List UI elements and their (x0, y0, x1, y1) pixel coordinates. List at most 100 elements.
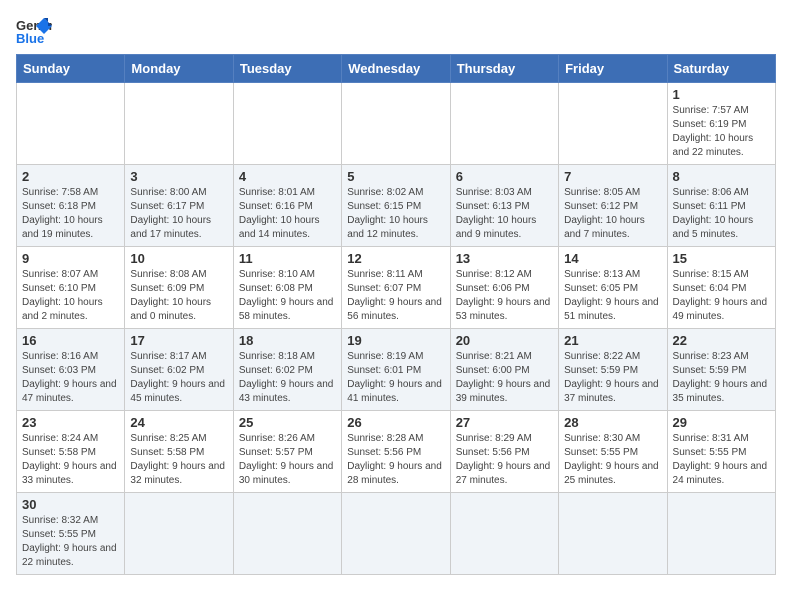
calendar-cell: 11Sunrise: 8:10 AM Sunset: 6:08 PM Dayli… (233, 247, 341, 329)
day-number: 26 (347, 415, 444, 430)
calendar-cell: 21Sunrise: 8:22 AM Sunset: 5:59 PM Dayli… (559, 329, 667, 411)
calendar-cell (559, 83, 667, 165)
calendar-cell: 10 Sunrise: 8:08 AM Sunset: 6:09 PM Dayli… (125, 247, 233, 329)
day-number: 11 (239, 251, 336, 266)
day-info: Sunrise: 8:26 AM Sunset: 5:57 PM Dayligh… (239, 432, 336, 488)
logo: General Blue (16, 16, 52, 46)
day-number: 23 (22, 415, 119, 430)
calendar-cell: 15 Sunrise: 8:15 AM Sunset: 6:04 PM Dayli… (667, 247, 775, 329)
calendar-cell (667, 493, 775, 575)
calendar-cell: 25 Sunrise: 8:26 AM Sunset: 5:57 PM Dayli… (233, 411, 341, 493)
day-info: Sunrise: 8:05 AM Sunset: 6:12 PM Dayligh… (564, 186, 661, 242)
calendar-cell: 12 Sunrise: 8:11 AM Sunset: 6:07 PM Dayli… (342, 247, 450, 329)
day-number: 1 (673, 87, 770, 102)
day-number: 19 (347, 333, 444, 348)
day-number: 29 (673, 415, 770, 430)
calendar-cell (342, 493, 450, 575)
calendar-cell: 17 Sunrise: 8:17 AM Sunset: 6:02 PM Dayli… (125, 329, 233, 411)
calendar-cell (450, 83, 558, 165)
day-info: Sunrise: 8:30 AM Sunset: 5:55 PM Dayligh… (564, 432, 661, 488)
day-info: Sunrise: 8:24 AM Sunset: 5:58 PM Dayligh… (22, 432, 119, 488)
day-info: Sunrise: 8:19 AM Sunset: 6:01 PM Dayligh… (347, 350, 444, 406)
day-info: Sunrise: 8:23 AM Sunset: 5:59 PM Dayligh… (673, 350, 770, 406)
calendar-week-6: 30Sunrise: 8:32 AM Sunset: 5:55 PM Dayli… (17, 493, 776, 575)
day-info: Sunrise: 8:01 AM Sunset: 6:16 PM Dayligh… (239, 186, 336, 242)
day-number: 10 (130, 251, 227, 266)
day-info: Sunrise: 7:58 AM Sunset: 6:18 PM Dayligh… (22, 186, 119, 242)
day-info: Sunrise: 8:21 AM Sunset: 6:00 PM Dayligh… (456, 350, 553, 406)
calendar-cell: 2 Sunrise: 7:58 AM Sunset: 6:18 PM Daylig… (17, 165, 125, 247)
day-number: 28 (564, 415, 661, 430)
day-info: Sunrise: 8:07 AM Sunset: 6:10 PM Dayligh… (22, 268, 119, 324)
day-number: 16 (22, 333, 119, 348)
calendar-cell: 26 Sunrise: 8:28 AM Sunset: 5:56 PM Dayli… (342, 411, 450, 493)
weekday-header-wednesday: Wednesday (342, 55, 450, 83)
day-number: 20 (456, 333, 553, 348)
day-number: 9 (22, 251, 119, 266)
day-number: 13 (456, 251, 553, 266)
calendar-cell: 4 Sunrise: 8:01 AM Sunset: 6:16 PM Daylig… (233, 165, 341, 247)
calendar-cell: 19 Sunrise: 8:19 AM Sunset: 6:01 PM Dayli… (342, 329, 450, 411)
svg-text:Blue: Blue (16, 31, 44, 46)
calendar-cell: 9 Sunrise: 8:07 AM Sunset: 6:10 PM Daylig… (17, 247, 125, 329)
day-info: Sunrise: 8:02 AM Sunset: 6:15 PM Dayligh… (347, 186, 444, 242)
calendar-cell: 3 Sunrise: 8:00 AM Sunset: 6:17 PM Daylig… (125, 165, 233, 247)
day-number: 12 (347, 251, 444, 266)
day-number: 15 (673, 251, 770, 266)
calendar-cell: 13 Sunrise: 8:12 AM Sunset: 6:06 PM Dayli… (450, 247, 558, 329)
calendar-cell: 14Sunrise: 8:13 AM Sunset: 6:05 PM Dayli… (559, 247, 667, 329)
day-number: 17 (130, 333, 227, 348)
day-number: 2 (22, 169, 119, 184)
calendar-cell (450, 493, 558, 575)
day-info: Sunrise: 8:31 AM Sunset: 5:55 PM Dayligh… (673, 432, 770, 488)
weekday-header-tuesday: Tuesday (233, 55, 341, 83)
day-number: 7 (564, 169, 661, 184)
day-number: 30 (22, 497, 119, 512)
day-info: Sunrise: 8:03 AM Sunset: 6:13 PM Dayligh… (456, 186, 553, 242)
calendar-cell: 6 Sunrise: 8:03 AM Sunset: 6:13 PM Daylig… (450, 165, 558, 247)
calendar-cell (233, 83, 341, 165)
calendar-week-4: 16 Sunrise: 8:16 AM Sunset: 6:03 PM Dayli… (17, 329, 776, 411)
day-info: Sunrise: 8:16 AM Sunset: 6:03 PM Dayligh… (22, 350, 119, 406)
calendar-cell: 24Sunrise: 8:25 AM Sunset: 5:58 PM Dayli… (125, 411, 233, 493)
calendar-cell: 1 Sunrise: 7:57 AM Sunset: 6:19 PM Daylig… (667, 83, 775, 165)
calendar-cell (559, 493, 667, 575)
day-info: Sunrise: 8:00 AM Sunset: 6:17 PM Dayligh… (130, 186, 227, 242)
day-info: Sunrise: 8:06 AM Sunset: 6:11 PM Dayligh… (673, 186, 770, 242)
calendar-header-row: SundayMondayTuesdayWednesdayThursdayFrid… (17, 55, 776, 83)
day-info: Sunrise: 8:13 AM Sunset: 6:05 PM Dayligh… (564, 268, 661, 324)
calendar-cell (125, 83, 233, 165)
calendar-cell: 22Sunrise: 8:23 AM Sunset: 5:59 PM Dayli… (667, 329, 775, 411)
day-info: Sunrise: 8:11 AM Sunset: 6:07 PM Dayligh… (347, 268, 444, 324)
day-number: 4 (239, 169, 336, 184)
calendar-cell: 8 Sunrise: 8:06 AM Sunset: 6:11 PM Daylig… (667, 165, 775, 247)
day-info: Sunrise: 7:57 AM Sunset: 6:19 PM Dayligh… (673, 104, 770, 160)
day-info: Sunrise: 8:28 AM Sunset: 5:56 PM Dayligh… (347, 432, 444, 488)
weekday-header-thursday: Thursday (450, 55, 558, 83)
day-number: 6 (456, 169, 553, 184)
day-number: 25 (239, 415, 336, 430)
weekday-header-monday: Monday (125, 55, 233, 83)
day-info: Sunrise: 8:17 AM Sunset: 6:02 PM Dayligh… (130, 350, 227, 406)
calendar-table: SundayMondayTuesdayWednesdayThursdayFrid… (16, 54, 776, 575)
calendar-cell: 5Sunrise: 8:02 AM Sunset: 6:15 PM Daylig… (342, 165, 450, 247)
calendar-week-3: 9 Sunrise: 8:07 AM Sunset: 6:10 PM Daylig… (17, 247, 776, 329)
calendar-cell: 7 Sunrise: 8:05 AM Sunset: 6:12 PM Daylig… (559, 165, 667, 247)
logo-icon: General Blue (16, 16, 52, 46)
day-info: Sunrise: 8:15 AM Sunset: 6:04 PM Dayligh… (673, 268, 770, 324)
day-number: 24 (130, 415, 227, 430)
day-number: 3 (130, 169, 227, 184)
day-info: Sunrise: 8:08 AM Sunset: 6:09 PM Dayligh… (130, 268, 227, 324)
calendar-cell: 20 Sunrise: 8:21 AM Sunset: 6:00 PM Dayli… (450, 329, 558, 411)
day-info: Sunrise: 8:12 AM Sunset: 6:06 PM Dayligh… (456, 268, 553, 324)
day-number: 8 (673, 169, 770, 184)
calendar-cell: 23 Sunrise: 8:24 AM Sunset: 5:58 PM Dayli… (17, 411, 125, 493)
calendar-cell: 28 Sunrise: 8:30 AM Sunset: 5:55 PM Dayli… (559, 411, 667, 493)
page-header: General Blue (16, 16, 776, 46)
calendar-week-1: 1 Sunrise: 7:57 AM Sunset: 6:19 PM Daylig… (17, 83, 776, 165)
calendar-cell: 27Sunrise: 8:29 AM Sunset: 5:56 PM Dayli… (450, 411, 558, 493)
calendar-cell: 18Sunrise: 8:18 AM Sunset: 6:02 PM Dayli… (233, 329, 341, 411)
day-number: 27 (456, 415, 553, 430)
calendar-cell (233, 493, 341, 575)
day-number: 21 (564, 333, 661, 348)
